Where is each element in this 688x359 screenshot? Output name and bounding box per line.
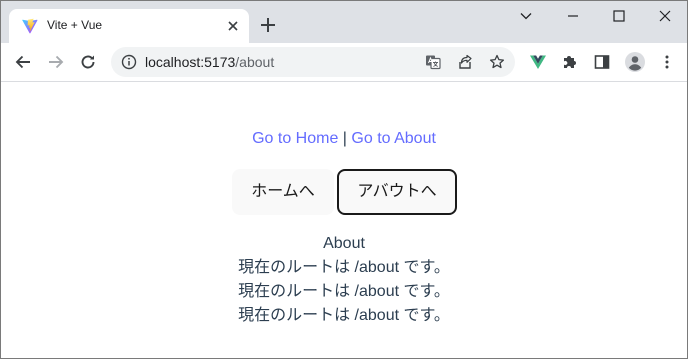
window-close-icon[interactable]	[658, 9, 672, 23]
arrow-left-icon[interactable]	[14, 53, 32, 71]
reload-icon[interactable]	[79, 53, 97, 71]
url-path: /about	[235, 54, 275, 70]
vite-logo-icon	[22, 18, 38, 34]
nav-buttons: ホームへ アバウトへ	[232, 169, 462, 215]
route-message: 現在のルートは /about です。	[238, 259, 450, 276]
kebab-menu-icon[interactable]	[659, 54, 675, 70]
info-icon[interactable]	[121, 54, 137, 70]
maximize-icon[interactable]	[612, 9, 626, 23]
go-to-about-link[interactable]: Go to About	[351, 130, 436, 147]
puzzle-icon[interactable]	[562, 54, 578, 70]
arrow-right-icon[interactable]	[47, 53, 65, 71]
address-bar[interactable]: localhost:5173/about	[111, 47, 515, 77]
minimize-icon[interactable]	[566, 9, 580, 23]
about-button[interactable]: アバウトへ	[337, 169, 457, 215]
page-content: Go to Home | Go to About ホームへ アバウトへ Abou…	[1, 82, 687, 358]
plus-icon[interactable]	[259, 16, 277, 34]
route-message: 現在のルートは /about です。	[238, 283, 450, 300]
browser-toolbar: localhost:5173/about	[1, 43, 687, 82]
close-icon[interactable]	[225, 18, 241, 34]
side-panel-icon[interactable]	[594, 54, 610, 70]
about-title: About	[323, 235, 365, 252]
route-message: 現在のルートは /about です。	[238, 307, 450, 324]
home-button[interactable]: ホームへ	[232, 169, 334, 215]
go-to-home-link[interactable]: Go to Home	[252, 130, 338, 147]
profile-icon[interactable]	[624, 51, 646, 73]
nav-links: Go to Home | Go to About	[1, 130, 687, 148]
chevron-down-icon[interactable]	[519, 9, 533, 23]
url-host: localhost:5173	[145, 54, 236, 70]
vue-logo-icon[interactable]	[530, 54, 546, 70]
link-separator: |	[342, 130, 347, 147]
about-view: About 現在のルートは /about です。 現在のルートは /about …	[1, 232, 687, 328]
star-icon[interactable]	[489, 54, 505, 70]
url-text[interactable]: localhost:5173/about	[145, 54, 274, 70]
browser-window: Vite + Vue localhost:5173/about Go to Ho…	[0, 0, 688, 359]
share-icon[interactable]	[457, 54, 473, 70]
tab-strip: Vite + Vue	[1, 1, 687, 43]
tab-title: Vite + Vue	[47, 18, 103, 32]
tab-active[interactable]: Vite + Vue	[9, 9, 249, 43]
translate-icon[interactable]	[425, 54, 441, 70]
